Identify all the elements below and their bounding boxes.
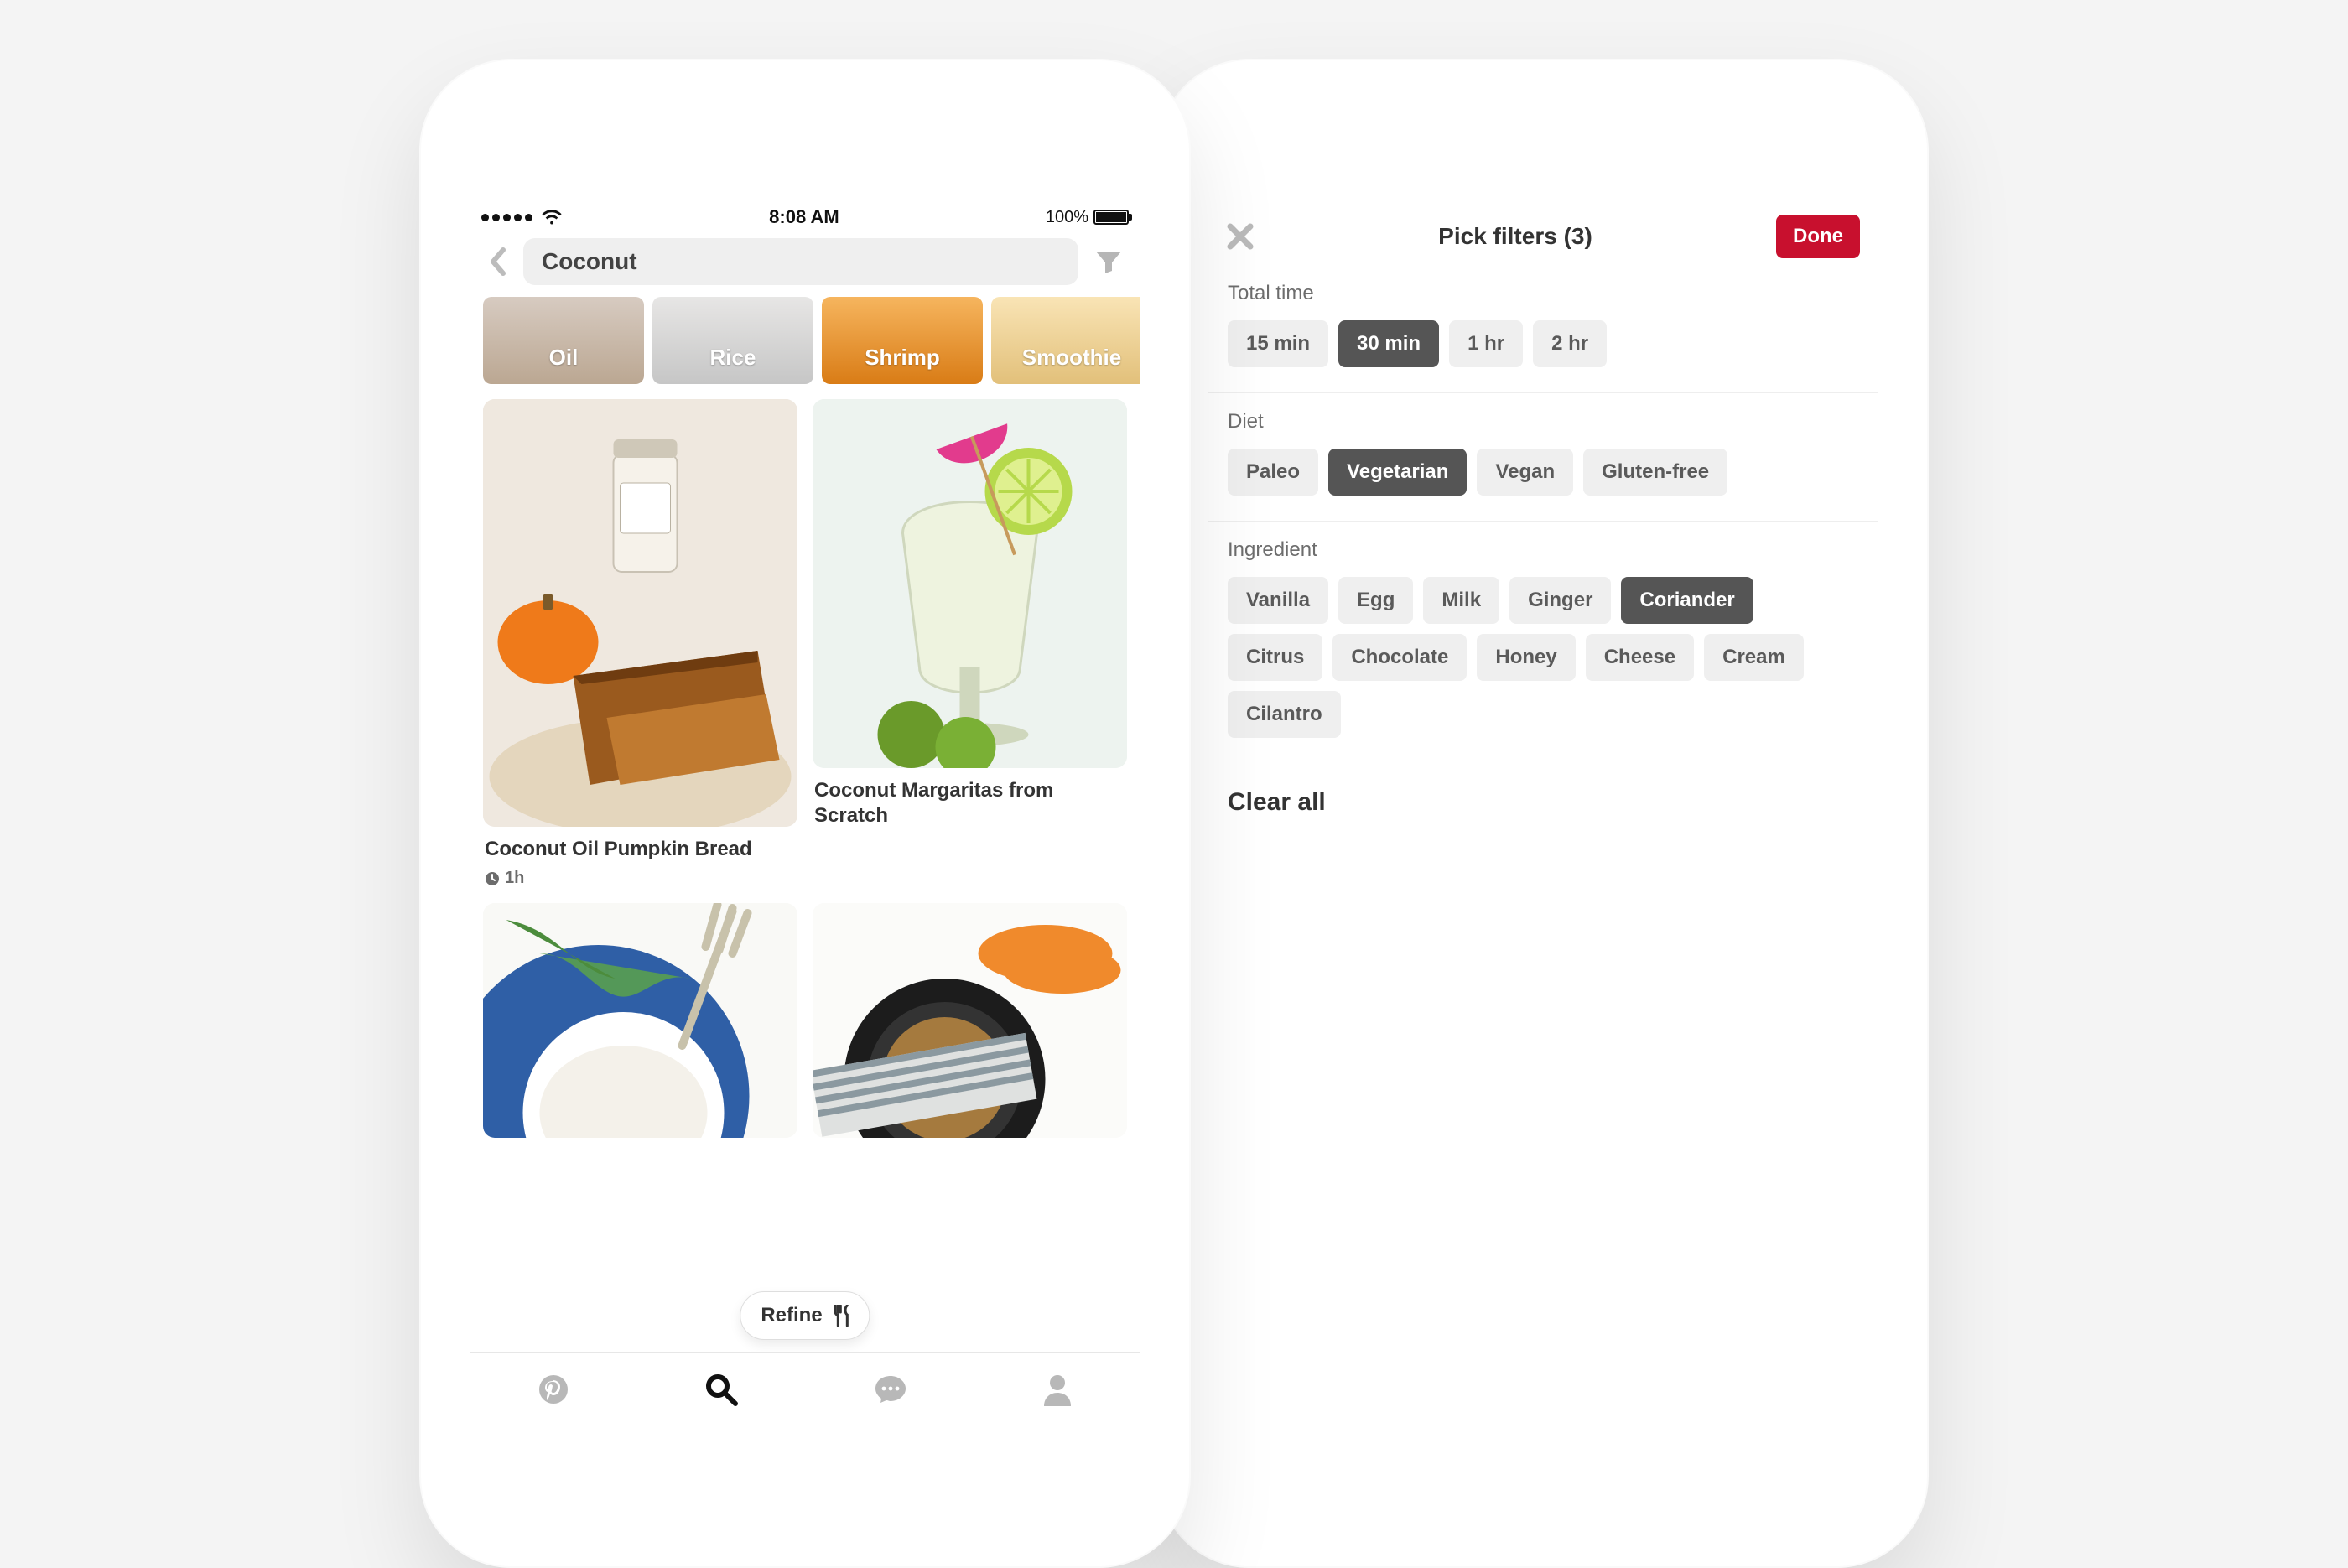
- refine-button[interactable]: Refine: [740, 1291, 870, 1340]
- pin-image: [483, 903, 797, 1138]
- phone-filters: Pick filters (3) Done Total time 15 min30…: [1157, 59, 1929, 1568]
- filter-section-label: Ingredient: [1228, 538, 1858, 562]
- phone-search: 8:08 AM 100% Coconut Oi: [419, 59, 1191, 1568]
- filter-tag[interactable]: Vegan: [1477, 449, 1573, 496]
- person-icon: [1042, 1373, 1073, 1406]
- pin-card[interactable]: [483, 903, 797, 1138]
- pin-time: 1h: [483, 869, 797, 888]
- filter-tag[interactable]: Paleo: [1228, 449, 1318, 496]
- pinterest-icon: [537, 1373, 570, 1406]
- pin-title: Coconut Margaritas from Scratch: [813, 775, 1127, 828]
- pin-title: Coconut Oil Pumpkin Bread: [483, 833, 797, 862]
- filter-tag[interactable]: Egg: [1338, 577, 1413, 624]
- filter-section: Ingredient VanillaEggMilkGingerCoriander C…: [1208, 521, 1878, 763]
- filter-button[interactable]: [1090, 243, 1127, 280]
- filter-tag[interactable]: Cream: [1704, 634, 1804, 681]
- filter-section: Diet PaleoVegetarianVeganGluten-free: [1208, 392, 1878, 521]
- tab-bar: [470, 1352, 1140, 1425]
- close-icon: [1226, 222, 1255, 251]
- filter-tag[interactable]: 2 hr: [1533, 320, 1607, 367]
- filter-section-label: Total time: [1228, 282, 1858, 305]
- filter-section-label: Diet: [1228, 410, 1858, 434]
- suggestion-chip[interactable]: Shrimp: [822, 297, 983, 384]
- filter-tag[interactable]: Chocolate: [1332, 634, 1467, 681]
- filter-tag[interactable]: Vanilla: [1228, 577, 1328, 624]
- search-icon: [704, 1372, 739, 1407]
- speech-bubble-icon: [873, 1373, 908, 1405]
- pin-image: [813, 903, 1127, 1138]
- filter-tag[interactable]: 1 hr: [1449, 320, 1523, 367]
- filters-title: Pick filters (3): [1438, 223, 1592, 250]
- filter-tag[interactable]: Gluten-free: [1583, 449, 1727, 496]
- fork-knife-icon: [833, 1305, 853, 1327]
- filter-tag[interactable]: Coriander: [1621, 577, 1753, 624]
- status-bar: 8:08 AM 100%: [470, 201, 1140, 233]
- filter-tag[interactable]: Citrus: [1228, 634, 1322, 681]
- filter-tag[interactable]: Milk: [1423, 577, 1499, 624]
- filter-tag[interactable]: 30 min: [1338, 320, 1439, 367]
- suggestion-chip[interactable]: Oil: [483, 297, 644, 384]
- done-button[interactable]: Done: [1776, 215, 1860, 258]
- filter-tag[interactable]: Cilantro: [1228, 691, 1341, 738]
- battery-icon: [1093, 210, 1129, 225]
- filter-tag[interactable]: Ginger: [1509, 577, 1611, 624]
- tab-search[interactable]: [704, 1372, 739, 1407]
- tab-notifications[interactable]: [873, 1373, 908, 1405]
- suggestion-chip[interactable]: Rice: [652, 297, 813, 384]
- tab-home[interactable]: [537, 1373, 570, 1406]
- wifi-icon: [541, 209, 563, 226]
- status-time: 8:08 AM: [769, 206, 839, 228]
- filter-tag[interactable]: 15 min: [1228, 320, 1328, 367]
- pin-image: [813, 399, 1127, 768]
- filter-section: Total time 15 min30 min1 hr2 hr: [1208, 277, 1878, 392]
- pin-card[interactable]: [813, 903, 1127, 1138]
- signal-dots-icon: [481, 214, 532, 221]
- search-input[interactable]: Coconut: [523, 238, 1078, 285]
- suggestion-chips: Oil Rice Shrimp Smoothie: [470, 297, 1140, 391]
- clock-icon: [485, 871, 500, 886]
- pin-image: [483, 399, 797, 827]
- filter-tag[interactable]: Vegetarian: [1328, 449, 1467, 496]
- close-button[interactable]: [1226, 222, 1255, 251]
- funnel-icon: [1094, 249, 1123, 274]
- results-grid: Coconut Oil Pumpkin Bread 1h: [470, 391, 1140, 1138]
- clear-all-button[interactable]: Clear all: [1208, 763, 1878, 842]
- back-button[interactable]: [483, 243, 512, 280]
- suggestion-chip[interactable]: Smoothie: [991, 297, 1140, 384]
- filter-tag[interactable]: Honey: [1477, 634, 1575, 681]
- filter-tag[interactable]: Cheese: [1586, 634, 1694, 681]
- tab-profile[interactable]: [1042, 1373, 1073, 1406]
- refine-label: Refine: [761, 1304, 822, 1327]
- search-query: Coconut: [542, 248, 637, 275]
- pin-card[interactable]: Coconut Margaritas from Scratch: [813, 399, 1127, 888]
- pin-card[interactable]: Coconut Oil Pumpkin Bread 1h: [483, 399, 797, 888]
- status-battery: 100%: [1046, 208, 1088, 227]
